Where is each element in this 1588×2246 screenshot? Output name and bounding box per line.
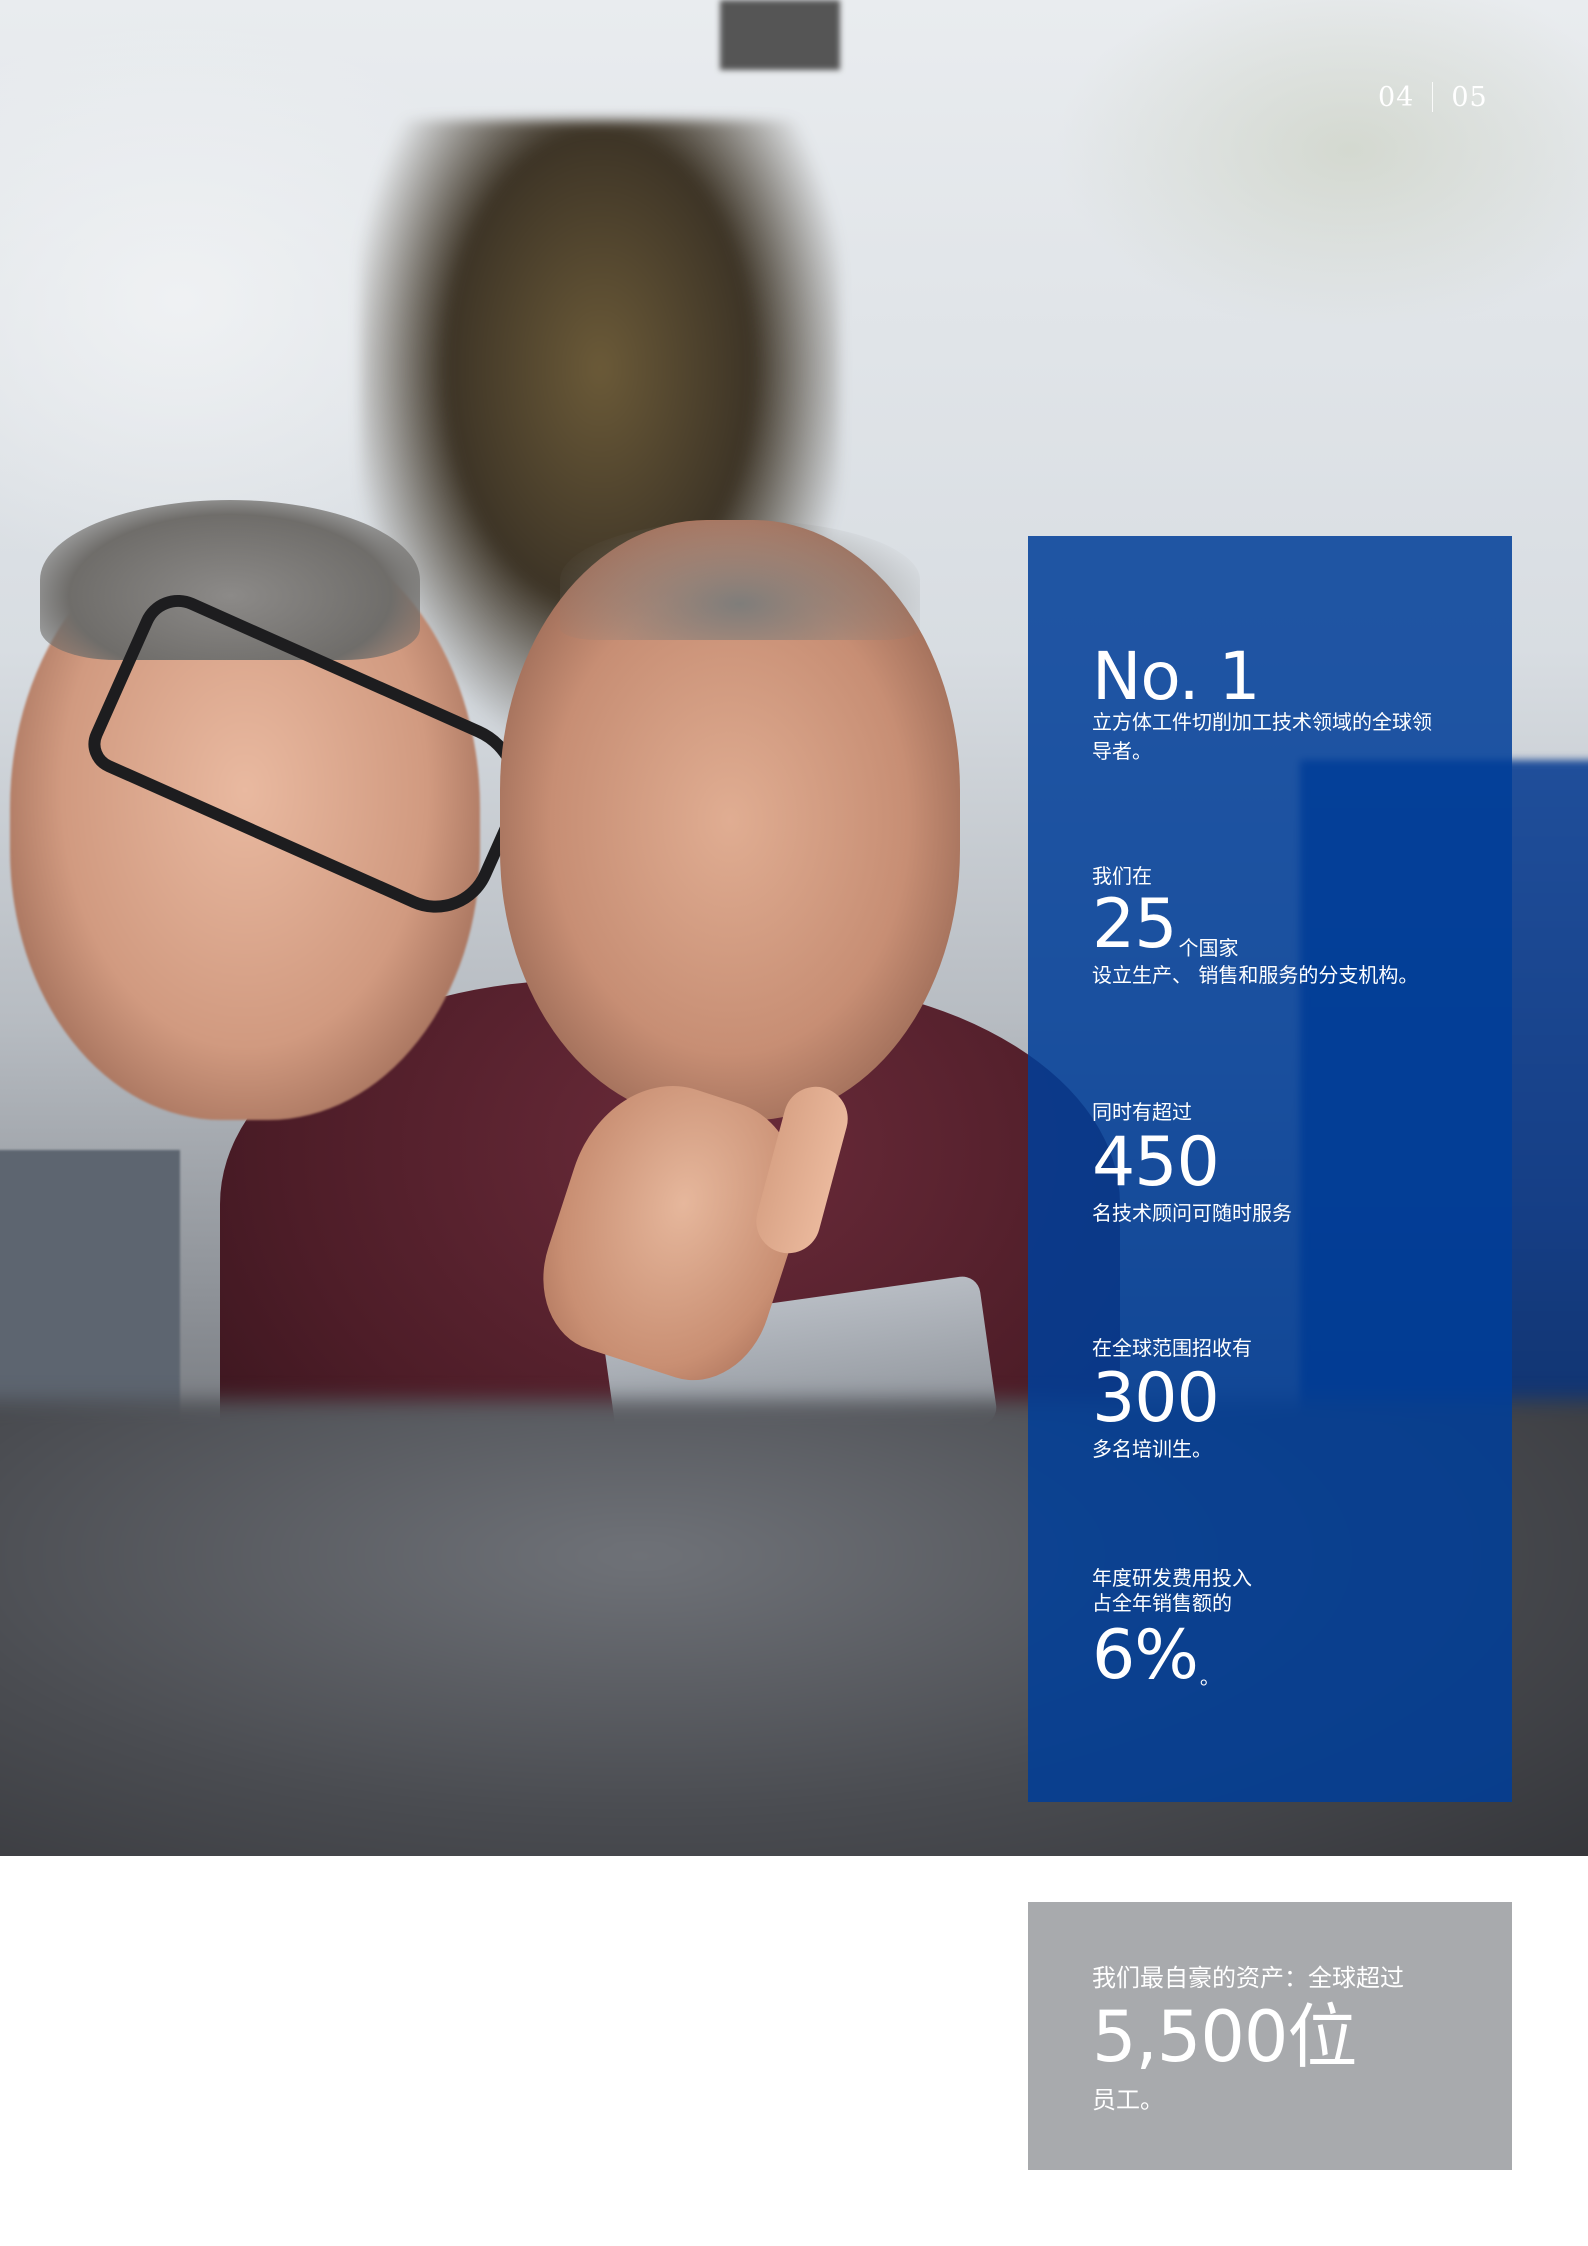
- stat-rnd: 年度研发费用投入 占全年销售额的 6% 。: [1092, 1566, 1492, 1690]
- stat-countries-unit: 个国家: [1178, 936, 1239, 960]
- stat-consultants: 同时有超过 450 名技术顾问可随时服务: [1092, 1098, 1492, 1228]
- stat-rank: No. 1 立方体工件切削加工技术领域的全球领导者。: [1092, 644, 1452, 766]
- stat-countries-number: 25: [1092, 885, 1178, 964]
- stat-rnd-suffix: 。: [1199, 1665, 1220, 1689]
- stat-trainees-number: 300: [1092, 1359, 1220, 1438]
- stat-trainees-post: 多名培训生。: [1092, 1437, 1212, 1461]
- stat-countries-post: 设立生产、 销售和服务的分支机构。: [1092, 963, 1419, 987]
- employees-intro: 我们最自豪的资产：全球超过: [1092, 1964, 1404, 1992]
- employees-outro: 员工。: [1092, 2086, 1164, 2114]
- employees-value: 5,500位: [1092, 1996, 1357, 2078]
- photo-machine-top: [720, 0, 840, 70]
- stat-consultants-post: 名技术顾问可随时服务: [1092, 1201, 1292, 1225]
- stat-trainees: 在全球范围招收有 300 多名培训生。: [1092, 1334, 1492, 1464]
- stat-rnd-line: 6% 。: [1092, 1622, 1492, 1690]
- stat-countries: 我们在 25 个国家 设立生产、 销售和服务的分支机构。: [1092, 862, 1492, 990]
- stat-consultants-number: 450: [1092, 1123, 1220, 1202]
- stats-panel: No. 1 立方体工件切削加工技术领域的全球领导者。 我们在 25 个国家 设立…: [1028, 536, 1512, 1802]
- page-number-divider: [1432, 82, 1434, 112]
- stat-rnd-number: 6%: [1092, 1616, 1199, 1695]
- page-numbers: 04 05: [1378, 81, 1488, 113]
- photo-hair-right: [560, 520, 920, 640]
- employees-panel: 我们最自豪的资产：全球超过 5,500位 员工。: [1028, 1902, 1512, 2170]
- page-number-right: 05: [1451, 81, 1488, 113]
- stat-rank-headline: No. 1: [1092, 638, 1261, 715]
- stat-countries-line: 25 个国家: [1092, 885, 1492, 964]
- stat-rnd-pre-line1: 年度研发费用投入: [1092, 1566, 1252, 1590]
- page-number-left: 04: [1378, 81, 1415, 113]
- stat-rank-desc: 立方体工件切削加工技术领域的全球领导者。: [1092, 710, 1432, 763]
- stat-rnd-pre-line2: 占全年销售额的: [1092, 1591, 1232, 1615]
